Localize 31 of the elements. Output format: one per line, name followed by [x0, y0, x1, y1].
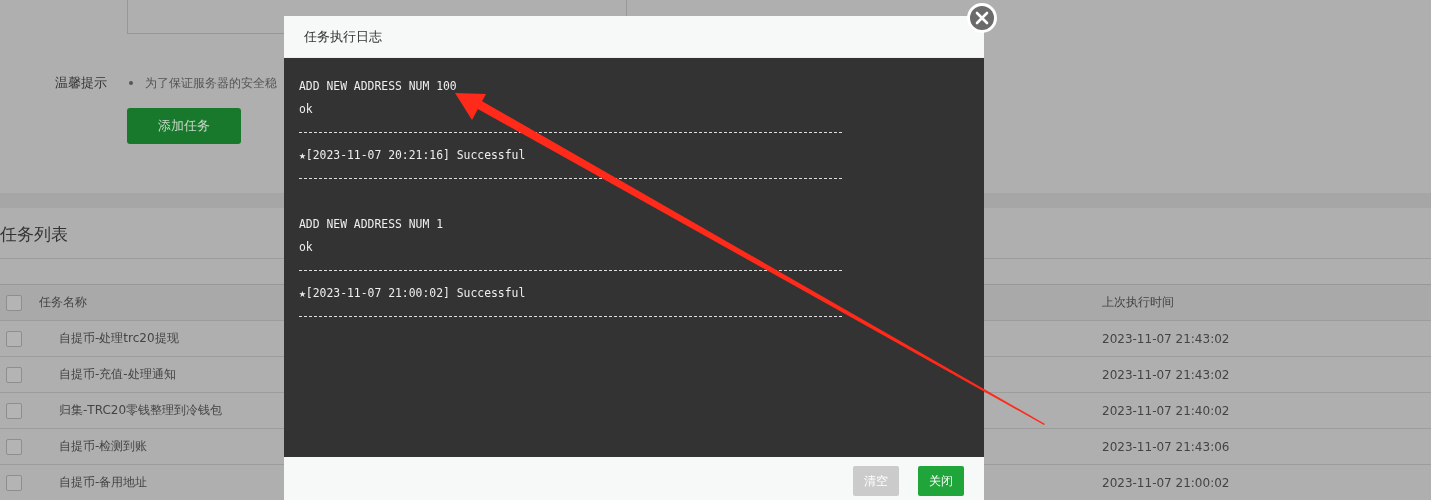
table-cell: 自提币-备用地址: [59, 474, 148, 491]
column-header: 任务名称: [39, 294, 87, 311]
log-line: ★[2023-11-07 21:00:02] Successful: [299, 285, 527, 302]
bullet-icon: [129, 81, 133, 85]
close-icon[interactable]: [967, 3, 997, 33]
add-task-button[interactable]: 添加任务: [127, 108, 241, 144]
table-cell: 2023-11-07 21:43:02: [1102, 331, 1230, 346]
table-cell: 自提币-检测到账: [59, 438, 148, 455]
tip-label: 温馨提示: [55, 74, 107, 92]
checkbox[interactable]: [6, 330, 22, 347]
table-cell: 自提币-充值-处理通知: [59, 366, 176, 383]
checkbox[interactable]: [6, 438, 22, 455]
dialog-title: 任务执行日志: [304, 27, 382, 46]
table-cell: 2023-11-07 21:00:02: [1102, 475, 1230, 490]
table-cell: 2023-11-07 21:43:02: [1102, 367, 1230, 382]
table-cell: 2023-11-07 21:43:06: [1102, 439, 1230, 454]
log-line: ADD NEW ADDRESS NUM 100: [299, 78, 458, 95]
log-line: ★[2023-11-07 20:21:16] Successful: [299, 147, 527, 164]
checkbox[interactable]: [6, 294, 22, 311]
log-line: ok: [299, 239, 314, 256]
checkbox[interactable]: [6, 366, 22, 383]
column-header: 上次执行时间: [1102, 294, 1174, 311]
close-button[interactable]: 关闭: [918, 466, 964, 496]
log-line: ADD NEW ADDRESS NUM 1: [299, 216, 444, 233]
log-line: ok: [299, 101, 314, 118]
checkbox[interactable]: [6, 402, 22, 419]
table-cell: 2023-11-07 21:40:02: [1102, 403, 1230, 418]
checkbox[interactable]: [6, 474, 22, 491]
table-cell: 归集-TRC20零钱整理到冷钱包: [59, 402, 223, 419]
tip-text: 为了保证服务器的安全稳: [145, 74, 277, 92]
table-cell: 自提币-处理trc20提现: [59, 330, 179, 347]
